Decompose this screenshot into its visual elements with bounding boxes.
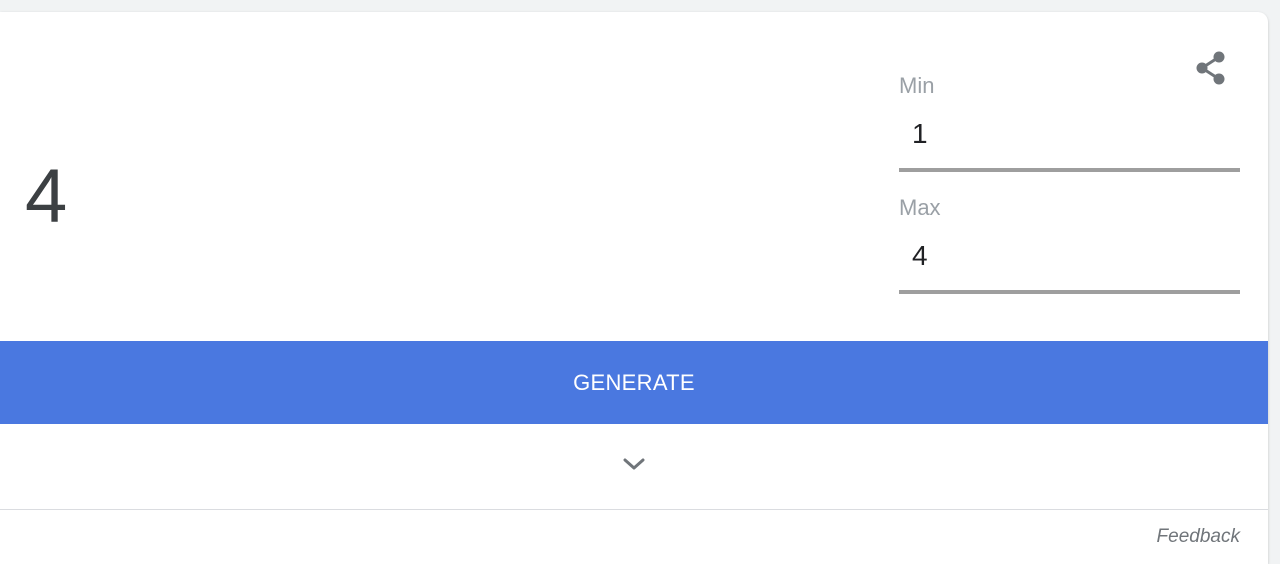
- feedback-link[interactable]: Feedback: [1157, 526, 1240, 548]
- min-field: Min: [899, 72, 1240, 172]
- divider: [0, 509, 1268, 510]
- generate-button[interactable]: GENERATE: [0, 341, 1268, 424]
- min-input[interactable]: [899, 100, 1240, 172]
- random-number-generator-card: 4 Min Max GENERATE: [0, 12, 1268, 564]
- expand-button[interactable]: [0, 424, 1268, 509]
- max-label: Max: [899, 195, 941, 220]
- max-input[interactable]: [899, 222, 1240, 294]
- chevron-down-icon: [622, 457, 646, 476]
- generated-number: 4: [25, 154, 68, 239]
- min-label: Min: [899, 73, 935, 98]
- page: 4 Min Max GENERATE: [0, 0, 1280, 564]
- max-field: Max: [899, 194, 1240, 294]
